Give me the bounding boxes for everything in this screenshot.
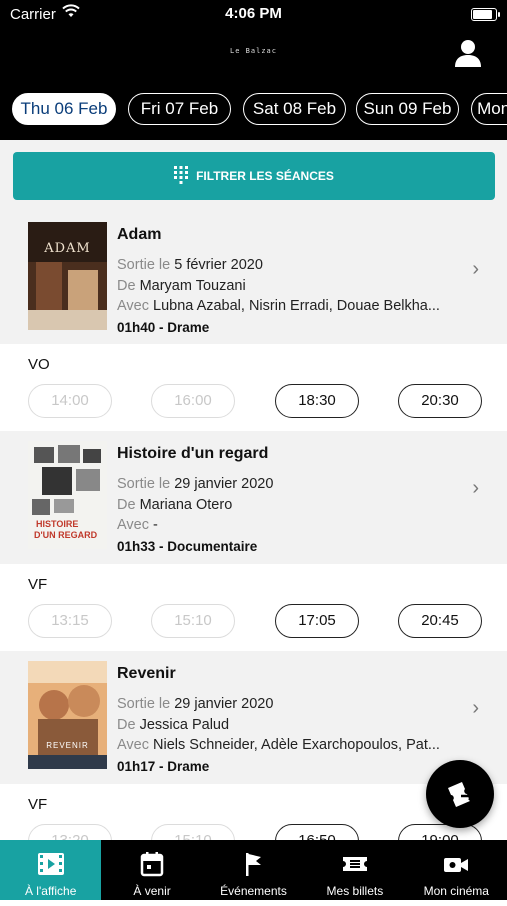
- date-chip[interactable]: Mon 10 Feb: [471, 93, 507, 125]
- showtime-button[interactable]: 17:05: [275, 604, 359, 638]
- showtime-button[interactable]: 13:15: [28, 604, 112, 638]
- duration-genre: 01h40 - Drame: [117, 320, 210, 335]
- date-chip[interactable]: Fri 07 Feb: [128, 93, 231, 125]
- release-line: Sortie le 5 février 2020: [117, 257, 263, 273]
- director-line: De Mariana Otero: [117, 497, 233, 513]
- cast-line: Avec Niels Schneider, Adèle Exarchopoulo…: [117, 737, 440, 753]
- chevron-right-icon: ›: [472, 697, 479, 719]
- showtime-button[interactable]: 18:30: [275, 384, 359, 418]
- navigation-bar: Le Balzac: [0, 30, 507, 80]
- chevron-right-icon: ›: [472, 258, 479, 280]
- cast-line: Avec Lubna Azabal, Nisrin Erradi, Douae …: [117, 298, 440, 314]
- chevron-right-icon: ›: [472, 477, 479, 499]
- version-label: VF: [28, 796, 48, 813]
- tab-mon-cinema[interactable]: Mon cinéma: [406, 840, 507, 900]
- tab-a-l-affiche[interactable]: À l'affiche: [0, 840, 102, 900]
- svg-text:ADAM: ADAM: [43, 241, 91, 256]
- showtime-button[interactable]: 15:10: [151, 604, 235, 638]
- film-icon: [37, 853, 64, 875]
- date-chip[interactable]: Thu 06 Feb: [12, 93, 116, 125]
- showtime-button[interactable]: 14:00: [28, 384, 112, 418]
- date-chip[interactable]: Sun 09 Feb: [356, 93, 459, 125]
- tab-mes-billets[interactable]: Mes billets: [304, 840, 405, 900]
- duration-genre: 01h33 - Documentaire: [117, 539, 258, 554]
- release-line: Sortie le 29 janvier 2020: [117, 696, 274, 712]
- showtime-button[interactable]: 20:45: [398, 604, 482, 638]
- version-label: VO: [28, 356, 50, 373]
- date-selector[interactable]: Thu 06 Feb Fri 07 Feb Sat 08 Feb Sun 09 …: [0, 80, 507, 140]
- ticket-icon: [342, 857, 367, 871]
- tab-a-venir[interactable]: À venir: [101, 840, 202, 900]
- movie-item[interactable]: REVENIR Revenir Sortie le 29 janvier 202…: [0, 651, 507, 787]
- movie-item[interactable]: HISTOIRE D'UN REGARD Histoire d'un regar…: [0, 431, 507, 567]
- svg-text:HISTOIRE: HISTOIRE: [36, 519, 78, 529]
- cinema-logo: Le Balzac: [230, 47, 277, 55]
- cast-line: Avec -: [117, 517, 158, 533]
- battery-icon: [471, 8, 500, 21]
- tab-label: Mon cinéma: [423, 884, 489, 898]
- version-label: VF: [28, 576, 48, 593]
- svg-text:D'UN REGARD: D'UN REGARD: [34, 530, 98, 540]
- filter-sessions-button[interactable]: FILTRER LES SÉANCES: [13, 152, 495, 200]
- movie-poster: HISTOIRE D'UN REGARD: [28, 441, 107, 549]
- clock: 4:06 PM: [225, 5, 282, 22]
- ticket-arrow-icon: [448, 782, 475, 807]
- movie-poster: ADAM: [28, 222, 107, 330]
- tab-label: À venir: [133, 884, 171, 898]
- calendar-icon: [140, 852, 164, 877]
- movie-title: Adam: [117, 226, 162, 243]
- camera-icon: [444, 858, 469, 872]
- tab-label: Mes billets: [326, 884, 384, 898]
- showtime-button[interactable]: 20:30: [398, 384, 482, 418]
- release-line: Sortie le 29 janvier 2020: [117, 476, 274, 492]
- tab-label: Événements: [220, 884, 287, 898]
- grid-dots-icon: [174, 166, 189, 185]
- director-line: De Maryam Touzani: [117, 278, 246, 294]
- duration-genre: 01h17 - Drame: [117, 759, 210, 774]
- quick-booking-button[interactable]: [426, 760, 494, 828]
- user-profile-icon[interactable]: [453, 38, 483, 68]
- svg-text:REVENIR: REVENIR: [46, 741, 89, 750]
- tab-label: À l'affiche: [24, 884, 77, 898]
- status-bar: Carrier 4:06 PM: [0, 0, 507, 30]
- flag-icon: [246, 853, 262, 876]
- date-chip[interactable]: Sat 08 Feb: [243, 93, 346, 125]
- movie-title: Histoire d'un regard: [117, 445, 269, 462]
- movie-item[interactable]: ADAM Adam Sortie le 5 février 2020 De Ma…: [0, 212, 507, 348]
- movie-title: Revenir: [117, 665, 176, 682]
- filter-label: FILTRER LES SÉANCES: [196, 169, 334, 183]
- tab-bar: À l'affiche À venir Événements Mes bille…: [0, 840, 507, 900]
- tab-evenements[interactable]: Événements: [203, 840, 304, 900]
- movie-poster: REVENIR: [28, 661, 107, 769]
- showtime-button[interactable]: 16:00: [151, 384, 235, 418]
- director-line: De Jessica Palud: [117, 717, 230, 733]
